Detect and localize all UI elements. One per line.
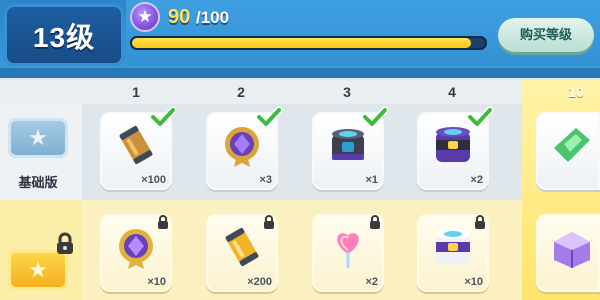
purple-medal-item-icon	[225, 127, 259, 167]
tier-number-row	[0, 80, 600, 104]
reward-slot[interactable]: ×1	[312, 106, 388, 190]
xp-max-value: /100	[196, 8, 230, 27]
reward-quantity: ×3	[259, 174, 272, 186]
battle-pass-header: 13级 ★ 90 /100 购买等级	[0, 0, 600, 78]
reward-quantity: ×100	[141, 174, 166, 186]
star-ticket-gold-icon: ★	[8, 250, 68, 290]
tier-number: 10	[568, 84, 584, 100]
reward-quantity: ×10	[464, 276, 483, 288]
reward-slot[interactable]: ×10	[100, 214, 172, 292]
reward-slot[interactable]: ×3	[206, 106, 282, 190]
claimed-check-icon	[362, 106, 388, 128]
level-indicator: 13级	[4, 4, 124, 66]
heart-lollipop-item-icon	[337, 233, 359, 268]
xp-current-value: 90	[168, 6, 191, 28]
claimed-check-icon	[256, 106, 282, 128]
tier-number: 1	[132, 84, 140, 100]
green-gem-item-icon	[554, 128, 590, 162]
reward-quantity: ×2	[365, 276, 378, 288]
lock-icon	[264, 215, 274, 229]
lock-icon	[158, 215, 168, 229]
reward-slot[interactable]: ×2	[312, 214, 384, 292]
level-label: 13级	[32, 22, 96, 53]
xp-progress-bar	[130, 36, 487, 50]
reward-quantity: ×2	[470, 174, 483, 186]
capsule-item-icon	[332, 129, 364, 160]
reward-slot[interactable]: ×2	[417, 106, 493, 190]
premium-track-label: ★	[0, 200, 82, 300]
star-ticket-icon: ★	[8, 118, 68, 158]
reward-slot[interactable]: ×10	[417, 214, 489, 292]
reward-slot[interactable]: ×100	[100, 106, 176, 190]
reward-slot[interactable]	[536, 112, 600, 190]
purple-crate-item-icon	[554, 232, 590, 268]
lock-icon	[475, 215, 485, 229]
reward-quantity: ×200	[247, 276, 272, 288]
big-capsule-item-icon	[436, 127, 470, 162]
buy-level-button[interactable]: 购买等级	[498, 18, 594, 52]
claimed-check-icon	[150, 106, 176, 128]
purple-medal-item-icon	[119, 229, 153, 269]
reward-slot[interactable]	[536, 214, 600, 292]
tier-number: 3	[343, 84, 351, 100]
star-icon: ★	[130, 2, 160, 32]
claimed-check-icon	[467, 106, 493, 128]
can-item-icon	[119, 126, 153, 164]
basic-track-name: 基础版	[18, 175, 58, 190]
reward-slot[interactable]: ×200	[206, 214, 278, 292]
tier-number: 4	[448, 84, 456, 100]
tier-number: 2	[237, 84, 245, 100]
reward-quantity: ×10	[147, 276, 166, 288]
white-capsule-item-icon	[436, 229, 470, 264]
reward-quantity: ×1	[365, 174, 378, 186]
lock-icon	[57, 232, 73, 254]
xp-progress-fill	[132, 38, 471, 48]
basic-track-label: ★ 基础版	[0, 104, 82, 200]
lock-icon	[370, 215, 380, 229]
gold-can-item-icon	[225, 228, 259, 266]
